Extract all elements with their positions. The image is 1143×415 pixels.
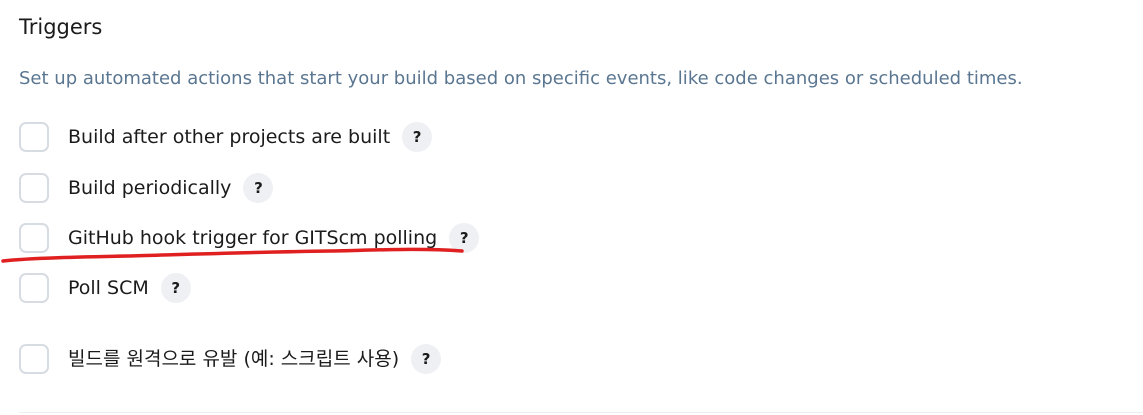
help-icon[interactable]: ? [402,122,433,152]
help-icon[interactable]: ? [160,273,191,303]
section-divider [19,412,1143,413]
github-hook-trigger-checkbox[interactable] [19,223,49,253]
build-after-other-projects-label[interactable]: Build after other projects are built [68,124,390,150]
section-description: Set up automated actions that start your… [19,68,1023,89]
poll-scm-label[interactable]: Poll SCM [68,275,149,301]
remote-build-trigger-label[interactable]: 빌드를 원격으로 유발 (예: 스크립트 사용) [68,346,399,372]
help-icon[interactable]: ? [411,344,442,374]
trigger-build-after-other-projects: Build after other projects are built ? [19,120,433,154]
help-icon[interactable]: ? [449,223,480,253]
build-periodically-label[interactable]: Build periodically [68,175,231,201]
poll-scm-checkbox[interactable] [19,273,49,303]
github-hook-trigger-label[interactable]: GitHub hook trigger for GITScm polling [68,225,437,251]
remote-build-trigger-checkbox[interactable] [19,344,49,374]
trigger-github-hook: GitHub hook trigger for GITScm polling ? [19,221,480,255]
section-title: Triggers [19,15,103,39]
trigger-poll-scm: Poll SCM ? [19,271,191,305]
help-icon[interactable]: ? [243,173,274,203]
trigger-remote-build: 빌드를 원격으로 유발 (예: 스크립트 사용) ? [19,342,442,376]
trigger-build-periodically: Build periodically ? [19,171,274,205]
build-periodically-checkbox[interactable] [19,173,49,203]
build-after-other-projects-checkbox[interactable] [19,122,49,152]
